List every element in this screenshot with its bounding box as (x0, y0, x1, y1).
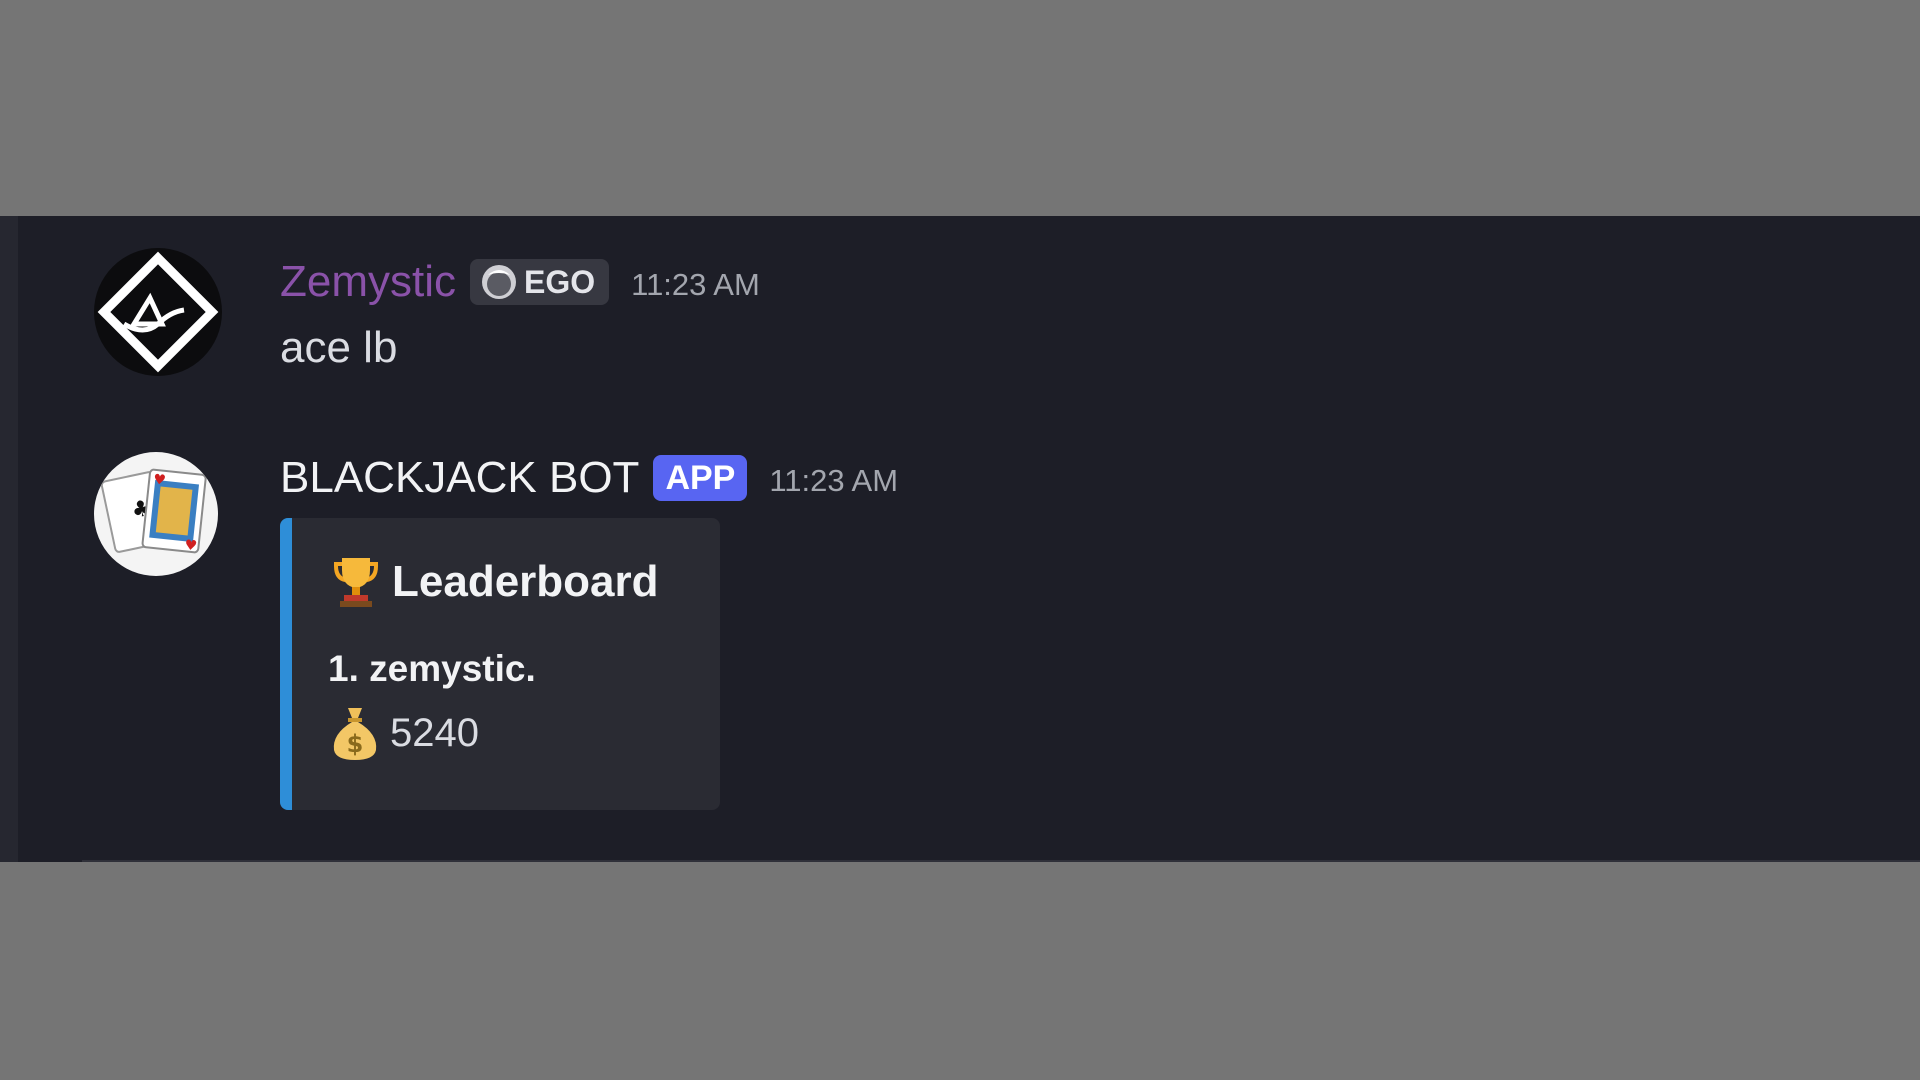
svg-text:$: $ (347, 730, 364, 758)
role-tag-label: EGO (524, 263, 596, 300)
username[interactable]: Zemystic (280, 252, 456, 312)
svg-text:♥: ♥ (184, 537, 198, 554)
bot-avatar[interactable]: ♣ ♥ ♥ (94, 452, 218, 576)
message-text: ace lb (280, 323, 398, 372)
trophy-icon (334, 558, 378, 607)
leaderboard-amount: $ 5240 (328, 704, 479, 762)
amount-value: 5240 (390, 710, 479, 755)
leaderboard-entry: 1. zemystic. (328, 648, 536, 689)
divider (82, 860, 1920, 862)
role-tag[interactable]: EGO (470, 259, 610, 305)
user-avatar[interactable] (94, 248, 222, 376)
leaderboard-embed: Leaderboard 1. zemystic. $ 5240 (280, 518, 720, 810)
embed-title-text: Leaderboard (392, 557, 659, 606)
username[interactable]: BLACKJACK BOT (280, 448, 639, 508)
message-header: BLACKJACK BOT APP 11:23 AM (280, 448, 898, 508)
timestamp[interactable]: 11:23 AM (631, 261, 760, 303)
message-header: Zemystic EGO 11:23 AM (280, 252, 760, 312)
ego-role-icon (482, 265, 516, 299)
svg-text:♥: ♥ (152, 472, 166, 489)
chat-panel: Zemystic EGO 11:23 AM ace lb ♣ ♥ ♥ BLACK… (0, 216, 1920, 862)
diamond-logo-icon (97, 251, 219, 373)
moneybag-icon: $ (333, 708, 377, 760)
playing-cards-icon: ♣ ♥ ♥ (100, 468, 207, 555)
embed-title: Leaderboard (328, 554, 659, 610)
app-badge: APP (653, 455, 748, 501)
timestamp[interactable]: 11:23 AM (769, 457, 898, 499)
embed-accent-bar (280, 518, 292, 810)
